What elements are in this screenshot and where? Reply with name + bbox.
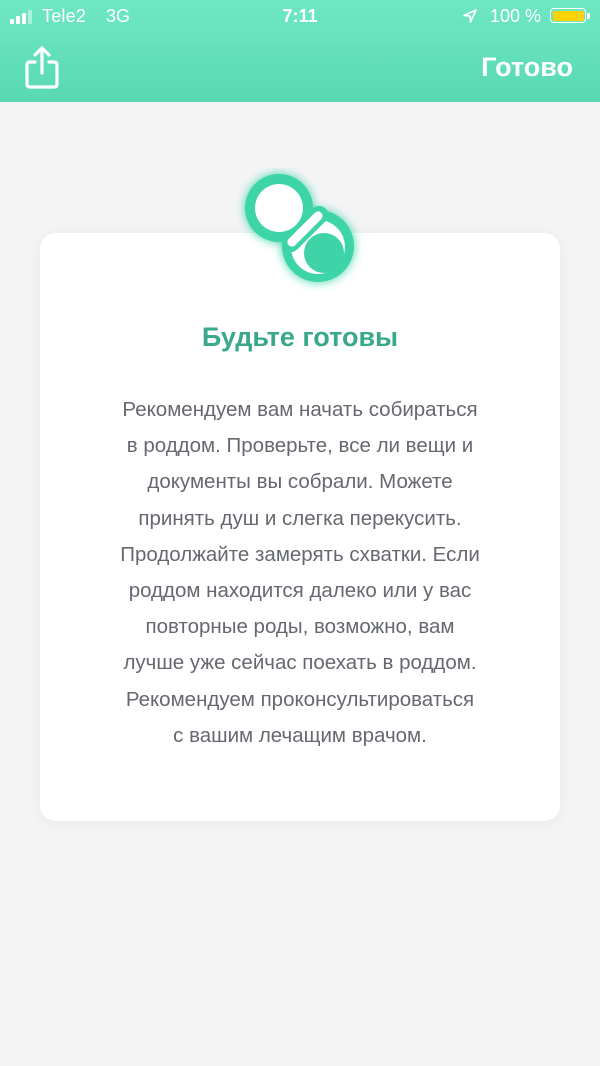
location-arrow-icon xyxy=(463,9,477,23)
battery-percent: 100 % xyxy=(490,6,542,26)
card-title: Будьте готовы xyxy=(201,322,399,352)
pacifier-icon xyxy=(245,174,354,282)
header-bar: Tele2 3G 7:11 100 % Готово xyxy=(0,0,600,102)
share-button[interactable] xyxy=(22,44,62,90)
status-bar: Tele2 3G 7:11 100 % xyxy=(0,0,600,34)
share-icon xyxy=(25,46,59,89)
done-button[interactable]: Готово xyxy=(481,52,573,83)
battery-tip xyxy=(587,13,590,19)
battery-icon xyxy=(550,8,586,23)
card-description: Рекомендуем вам начать собираться в родд… xyxy=(120,398,480,747)
